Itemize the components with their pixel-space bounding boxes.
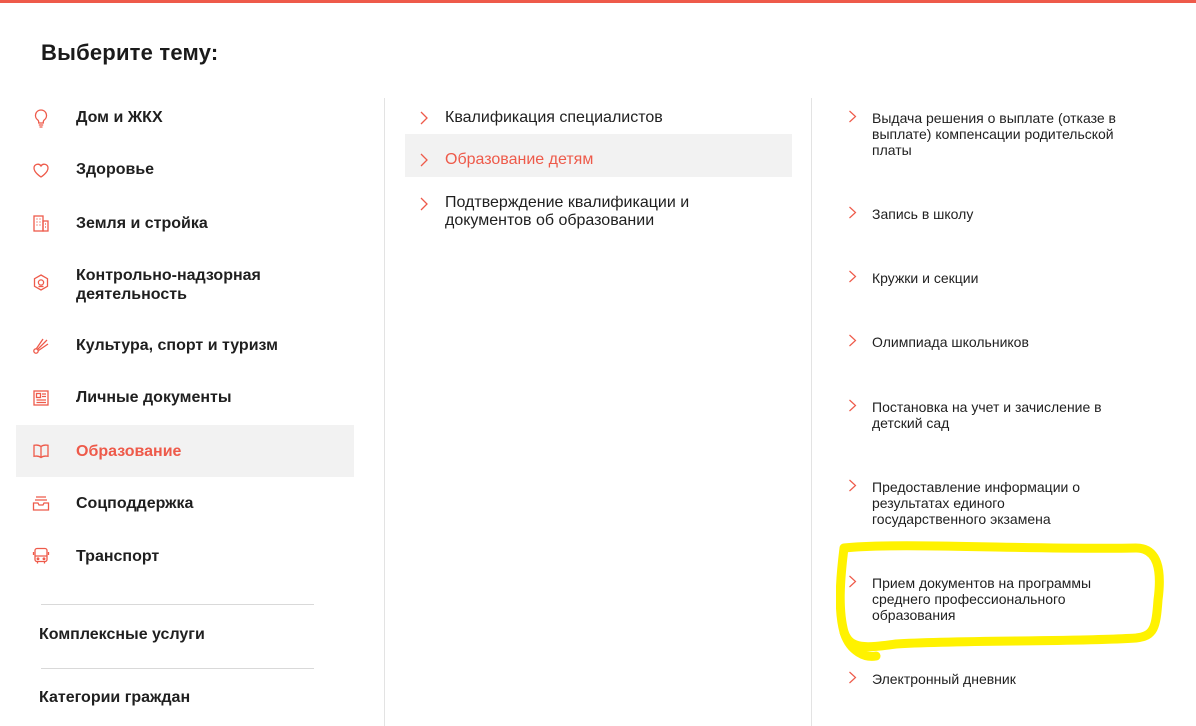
chevron-right-icon [849,671,857,684]
service-label: Запись в школу [872,206,974,222]
bus-icon [30,545,52,567]
service-item[interactable]: Кружки и секции [848,269,1148,289]
service-item[interactable]: Запись в школу [848,205,1148,225]
inbox-tray-icon [30,492,52,514]
shield-badge-icon [30,272,52,294]
column-separator [811,98,812,726]
chevron-right-icon [849,399,857,412]
service-label: Электронный дневник [872,671,1016,687]
service-item[interactable]: Предоставление информации о результатах … [848,478,1148,528]
chevron-right-icon [849,334,857,347]
subcategory-label: Подтверждение квалификации и документов … [445,194,690,229]
chevron-right-icon [420,153,428,167]
subcategory-label: Образование детям [445,151,594,168]
complex-services-link[interactable]: Комплексные услуги [39,626,205,644]
category-item-education[interactable]: Образование [16,425,354,477]
heart-icon [30,159,52,181]
subcategory-label: Квалификация специалистов [445,109,663,126]
divider [41,668,314,669]
document-icon [30,387,52,409]
chevron-right-icon [849,206,857,219]
category-item-transport[interactable]: Транспорт [16,530,354,582]
page-title: Выберите тему: [41,40,219,65]
service-item[interactable]: Электронный дневник [848,670,1148,690]
building-icon [30,212,52,234]
category-label: Контрольно-надзорная деятельность [76,267,261,303]
service-label: Олимпиада школьников [872,334,1029,350]
chevron-right-icon [849,575,857,588]
category-label: Личные документы [76,389,232,406]
category-item-culture[interactable]: Культура, спорт и туризм [16,320,354,372]
top-accent-bar [0,0,1196,3]
subcategory-item[interactable]: Квалификация специалистов [405,100,792,136]
category-item-housing[interactable]: Дом и ЖКХ [16,92,354,144]
lightbulb-icon [30,107,52,129]
citizen-categories-link[interactable]: Категории граждан [39,689,190,707]
subcategory-item-active[interactable]: Образование детям [405,134,792,177]
category-label: Дом и ЖКХ [76,109,163,126]
subcategory-item[interactable]: Подтверждение квалификации и документов … [405,186,792,236]
service-label: Предоставление информации о результатах … [872,479,1081,527]
book-icon [30,440,52,462]
category-label: Здоровье [76,161,155,178]
column-separator [384,98,385,726]
category-item-inspection[interactable]: Контрольно-надзорная деятельность [16,250,354,320]
category-label: Транспорт [76,548,160,565]
service-item-highlighted[interactable]: Прием документов на программы среднего п… [848,574,1148,624]
service-item[interactable]: Постановка на учет и зачисление в детски… [848,398,1148,434]
category-item-health[interactable]: Здоровье [16,144,354,196]
service-label: Выдача решения о выплате (отказе в выпла… [872,110,1116,158]
shuttlecock-icon [30,335,52,357]
service-item[interactable]: Выдача решения о выплате (отказе в выпла… [848,109,1148,159]
service-label: Кружки и секции [872,270,979,286]
chevron-right-icon [420,111,428,125]
category-label: Соцподдержка [76,495,194,512]
chevron-right-icon [849,270,857,283]
chevron-right-icon [849,479,857,492]
chevron-right-icon [420,197,428,211]
category-label: Образование [76,443,182,460]
service-label: Прием документов на программы среднего п… [872,575,1092,623]
divider [41,604,314,605]
category-item-documents[interactable]: Личные документы [16,372,354,424]
service-item[interactable]: Олимпиада школьников [848,333,1148,353]
category-item-land[interactable]: Земля и стройка [16,196,354,250]
category-label: Земля и стройка [76,215,208,232]
category-item-social[interactable]: Соцподдержка [16,477,354,529]
service-label: Постановка на учет и зачисление в детски… [872,399,1102,431]
category-label: Культура, спорт и туризм [76,337,278,354]
chevron-right-icon [849,110,857,123]
